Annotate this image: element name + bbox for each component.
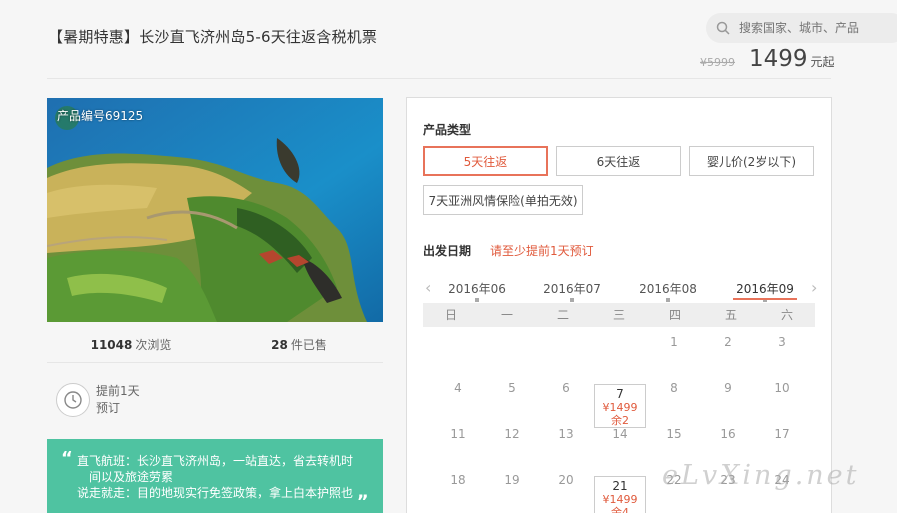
calendar-day: 2 bbox=[724, 335, 732, 349]
quote-open-icon: “ bbox=[61, 448, 73, 469]
views-count: 11048 bbox=[90, 338, 133, 352]
quote-close-icon: „ bbox=[357, 482, 369, 503]
day-remaining: 余4 bbox=[611, 506, 629, 513]
active-month-indicator bbox=[733, 298, 797, 300]
weekday-sat: 六 bbox=[780, 308, 793, 322]
month-label: 2016年08 bbox=[639, 282, 697, 296]
clock-icon bbox=[56, 383, 90, 417]
current-price: 1499 bbox=[749, 46, 808, 72]
departure-date-label: 出发日期 bbox=[423, 244, 472, 258]
sold-label: 件已售 bbox=[290, 338, 327, 352]
calendar-day: 6 bbox=[562, 381, 570, 395]
calendar-day: 12 bbox=[504, 427, 520, 441]
option-insurance[interactable]: 7天亚洲风情保险(单拍无效) bbox=[423, 185, 583, 215]
calendar-day: 8 bbox=[670, 381, 678, 395]
day-number: 7 bbox=[616, 387, 624, 401]
month-dot bbox=[570, 298, 574, 302]
calendar-day: 18 bbox=[450, 473, 466, 487]
option-6day-roundtrip[interactable]: 6天往返 bbox=[556, 146, 681, 176]
month-label: 2016年07 bbox=[543, 282, 601, 296]
sold-stat: 28 件已售 bbox=[215, 336, 383, 353]
search-input[interactable] bbox=[739, 21, 889, 35]
calendar-day: 4 bbox=[454, 381, 462, 395]
price-unit: 元起 bbox=[810, 55, 835, 69]
day-price: ¥1499 bbox=[602, 493, 638, 506]
calendar-day: 14 bbox=[612, 427, 628, 441]
month-label: 2016年06 bbox=[448, 282, 506, 296]
booking-panel: 产品类型 5天往返 6天往返 婴儿价(2岁以下) 7天亚洲风情保险(单拍无效) … bbox=[406, 97, 832, 513]
product-photo: 产品编号69125 bbox=[47, 98, 383, 322]
stats-divider bbox=[47, 362, 383, 363]
product-type-label: 产品类型 bbox=[423, 123, 472, 137]
calendar-available-day[interactable]: 21 ¥1499 余4 bbox=[594, 476, 646, 513]
views-stat: 11048 次浏览 bbox=[47, 336, 215, 353]
weekday-fri: 五 bbox=[724, 308, 737, 322]
sold-count: 28 bbox=[271, 338, 288, 352]
calendar-day: 1 bbox=[670, 335, 678, 349]
calendar-day: 15 bbox=[666, 427, 682, 441]
advance-suffix: 预订 bbox=[96, 401, 121, 415]
advance-days: 提前1天 bbox=[96, 384, 140, 398]
option-infant-price[interactable]: 婴儿价(2岁以下) bbox=[689, 146, 814, 176]
page: 【暑期特惠】长沙直飞济州岛5-6天往返含税机票 ¥5999 1499 元起 bbox=[0, 0, 897, 513]
original-price: ¥5999 bbox=[700, 56, 735, 69]
day-number: 21 bbox=[612, 479, 628, 493]
views-label: 次浏览 bbox=[135, 338, 172, 352]
month-label: 2016年09 bbox=[736, 282, 794, 296]
calendar-day: 10 bbox=[774, 381, 790, 395]
day-price: ¥1499 bbox=[602, 401, 638, 414]
weekday-header: 日 一 二 三 四 五 六 bbox=[423, 303, 815, 327]
day-remaining: 余2 bbox=[611, 414, 629, 427]
calendar-day: 11 bbox=[450, 427, 466, 441]
month-tab-2016-07[interactable]: 2016年07 bbox=[540, 280, 604, 302]
search-icon bbox=[716, 21, 730, 35]
option-5day-roundtrip[interactable]: 5天往返 bbox=[423, 146, 548, 176]
weekday-mon: 一 bbox=[500, 308, 513, 322]
month-dot bbox=[475, 298, 479, 302]
calendar-available-day[interactable]: 7 ¥1499 余2 bbox=[594, 384, 646, 428]
product-highlights: “ 直飞航班：长沙直飞济州岛，一站直达，省去转机时 间以及旅途劳累 说走就走：目… bbox=[47, 439, 383, 513]
calendar-day: 16 bbox=[720, 427, 736, 441]
calendar-day: 5 bbox=[508, 381, 516, 395]
watermark-text: eLvXing.net bbox=[662, 460, 860, 491]
highlight-line-1: 直飞航班：长沙直飞济州岛，一站直达，省去转机时 bbox=[77, 454, 354, 468]
calendar-day: 13 bbox=[558, 427, 574, 441]
calendar-day: 20 bbox=[558, 473, 574, 487]
month-tab-2016-08[interactable]: 2016年08 bbox=[636, 280, 700, 302]
product-stats: 11048 次浏览 28 件已售 bbox=[47, 336, 383, 353]
product-code: 产品编号69125 bbox=[57, 109, 144, 123]
advance-booking-info: 提前1天 预订 bbox=[56, 383, 140, 417]
page-title: 【暑期特惠】长沙直飞济州岛5-6天往返含税机票 bbox=[48, 28, 378, 46]
calendar-day: 19 bbox=[504, 473, 520, 487]
calendar-day: 3 bbox=[778, 335, 786, 349]
weekday-wed: 三 bbox=[612, 308, 625, 322]
weekday-thu: 四 bbox=[668, 308, 681, 322]
prev-month-icon[interactable]: ‹ bbox=[425, 278, 431, 297]
highlight-line-3: 说走就走：目的地现实行免签政策，拿上白本护照也 bbox=[77, 486, 354, 500]
price-row: ¥5999 1499 元起 bbox=[700, 46, 835, 72]
calendar-day: 17 bbox=[774, 427, 790, 441]
month-tab-2016-06[interactable]: 2016年06 bbox=[445, 280, 509, 302]
month-dot bbox=[666, 298, 670, 302]
highlight-line-2: 间以及旅途劳累 bbox=[89, 470, 174, 484]
header-divider bbox=[47, 78, 831, 79]
weekday-sun: 日 bbox=[444, 308, 457, 322]
search-box[interactable] bbox=[706, 13, 897, 43]
calendar-day: 9 bbox=[724, 381, 732, 395]
weekday-tue: 二 bbox=[556, 308, 569, 322]
next-month-icon[interactable]: › bbox=[811, 278, 817, 297]
date-notice: 请至少提前1天预订 bbox=[490, 244, 594, 258]
